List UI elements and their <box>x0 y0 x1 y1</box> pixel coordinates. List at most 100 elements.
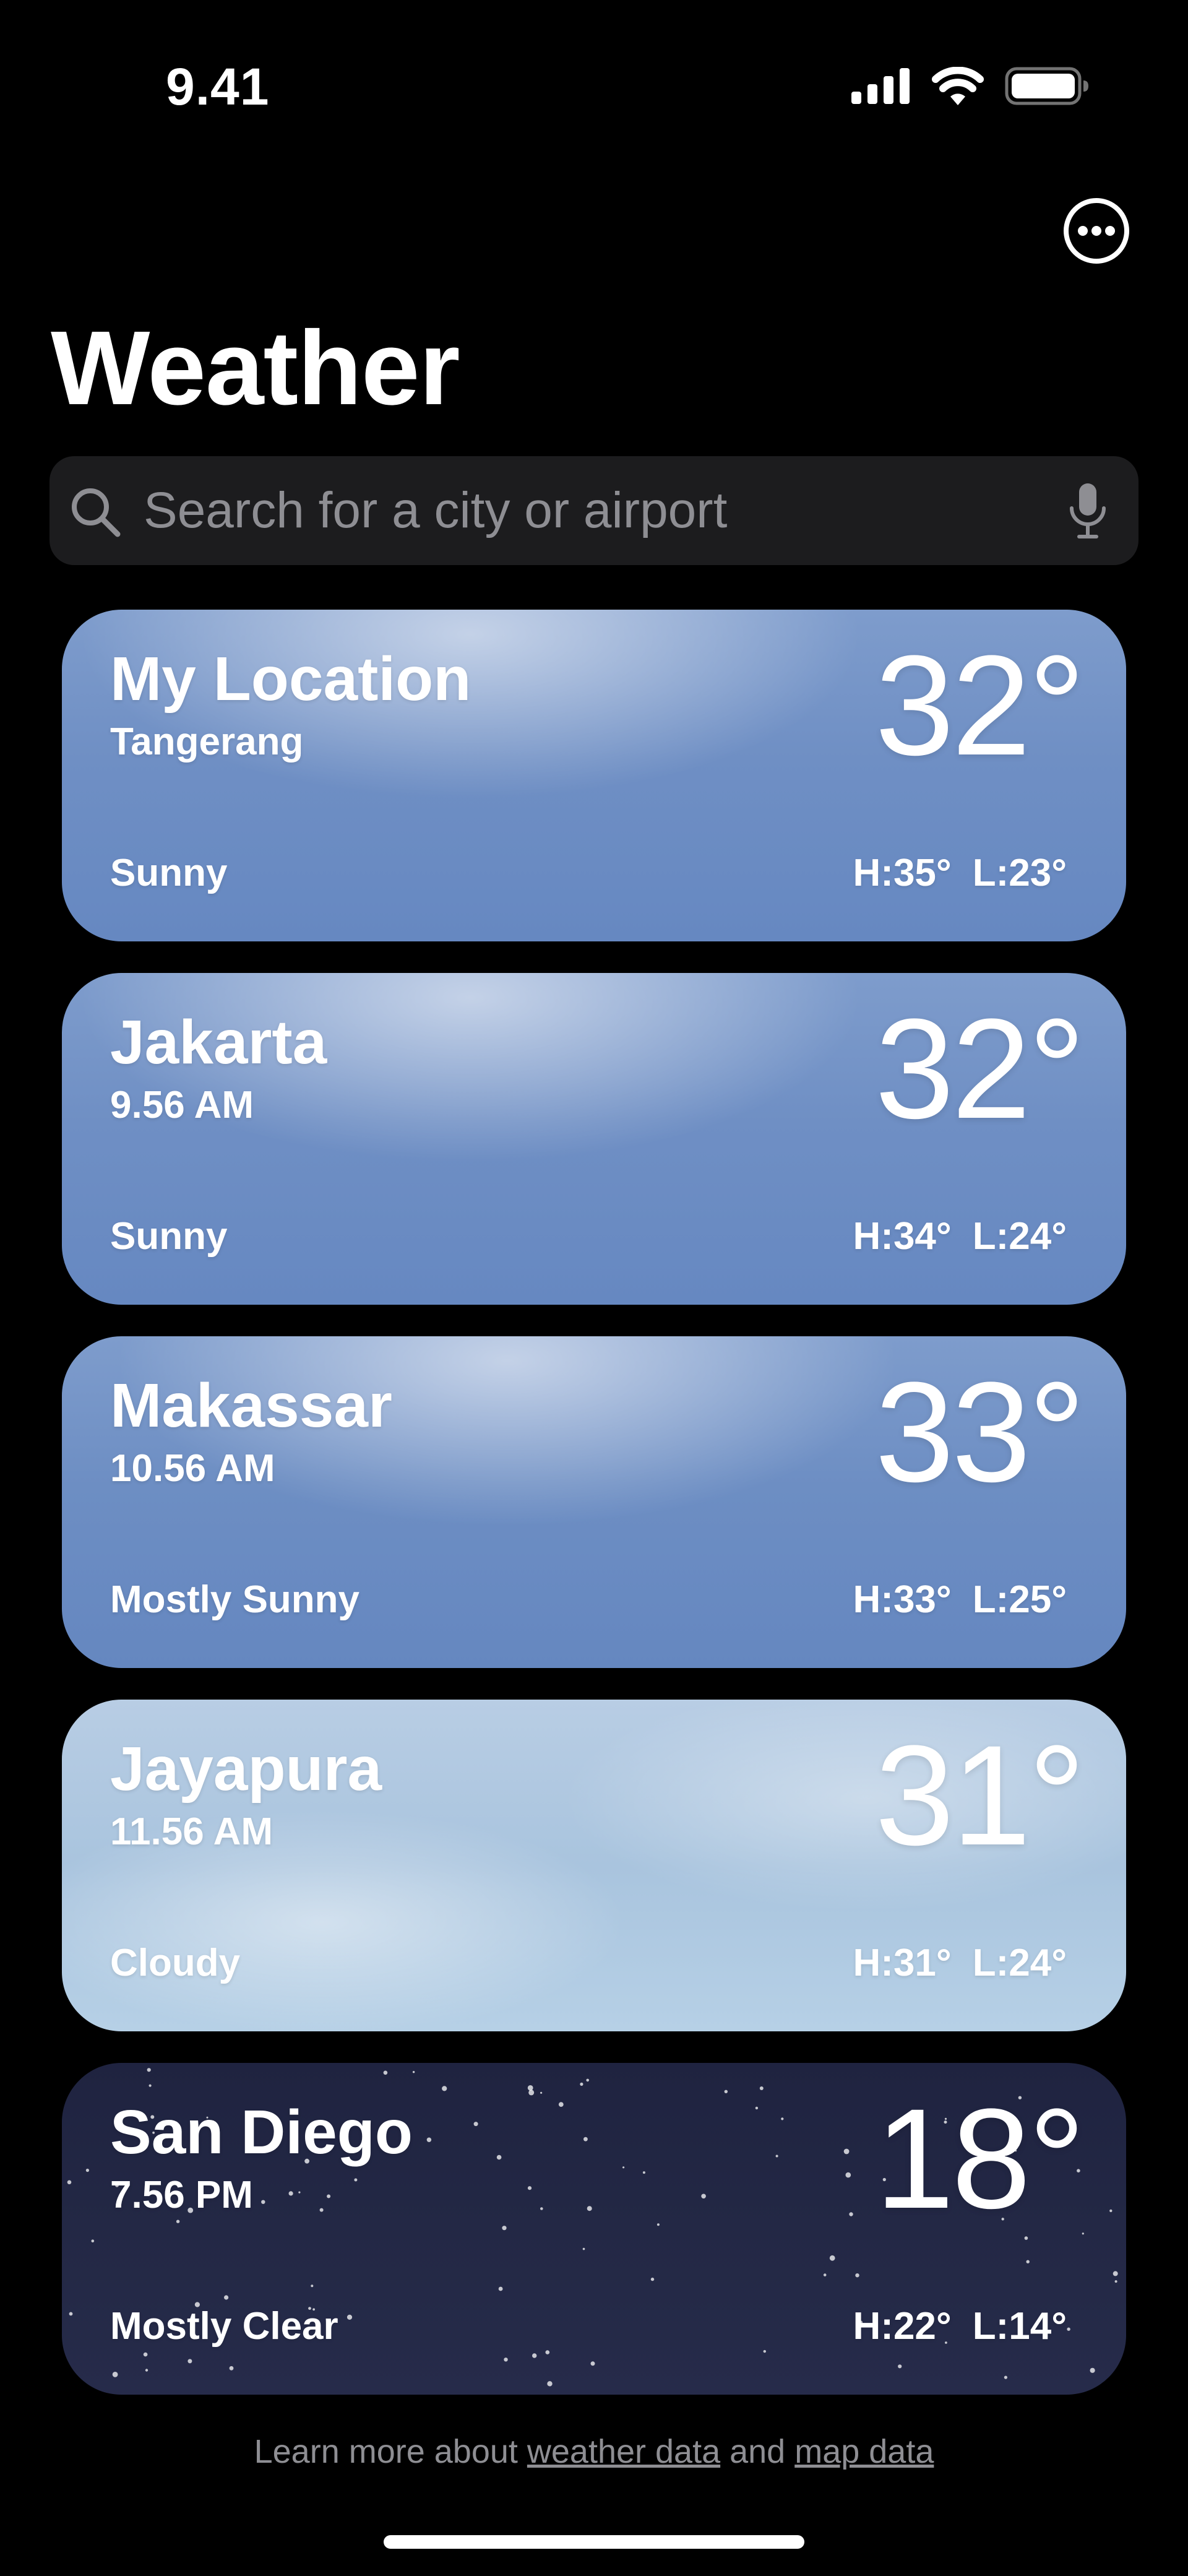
star <box>898 2364 902 2369</box>
ellipsis-circle-icon <box>1064 198 1129 264</box>
star <box>587 2206 592 2211</box>
battery-icon <box>1005 67 1089 105</box>
high-temperature: H:33° <box>853 1578 952 1621</box>
star <box>849 2212 853 2216</box>
footer-middle: and <box>720 2433 795 2470</box>
star <box>823 2273 827 2276</box>
star <box>1114 2280 1117 2283</box>
star <box>1026 2260 1030 2263</box>
star <box>586 2078 589 2082</box>
star <box>1113 2271 1118 2276</box>
star <box>583 2137 588 2142</box>
local-time: 9.56 AM <box>110 1084 254 1126</box>
star <box>288 2191 293 2196</box>
star <box>656 2223 660 2226</box>
footer-note: Learn more about weather data and map da… <box>0 2432 1188 2471</box>
star <box>845 2172 851 2178</box>
star <box>148 2084 152 2087</box>
star <box>1004 2375 1007 2379</box>
current-temperature: 32° <box>875 626 1085 785</box>
high-temperature: H:34° <box>853 1215 952 1258</box>
star <box>85 2168 89 2172</box>
more-options-button[interactable] <box>1062 197 1130 265</box>
star <box>582 2247 585 2250</box>
low-temperature: L:14° <box>972 2305 1067 2348</box>
city-name: My Location <box>110 644 471 714</box>
local-time: 11.56 AM <box>110 1810 273 1853</box>
location-card-my-location[interactable]: My Location Tangerang 32° Sunny H:35° L:… <box>62 610 1126 941</box>
star <box>580 2082 583 2086</box>
star <box>775 2155 778 2158</box>
star <box>622 2166 625 2169</box>
low-temperature: L:25° <box>972 1578 1067 1621</box>
star <box>545 2350 550 2354</box>
star <box>91 2239 95 2242</box>
low-temperature: L:23° <box>972 852 1067 894</box>
search-bar[interactable] <box>50 456 1138 565</box>
star <box>590 2361 595 2366</box>
local-time: 10.56 AM <box>110 1447 275 1490</box>
weather-condition: Sunny <box>110 1215 228 1258</box>
star <box>1090 2367 1095 2373</box>
wifi-icon <box>932 67 984 105</box>
star <box>473 2122 478 2127</box>
cellular-signal-icon <box>851 68 911 104</box>
microphone-icon[interactable] <box>1068 481 1108 543</box>
weather-condition: Sunny <box>110 852 228 894</box>
weather-data-link[interactable]: weather data <box>527 2433 720 2470</box>
location-card-jakarta[interactable]: Jakarta 9.56 AM 32° Sunny H:34° L:24° <box>62 973 1126 1305</box>
search-icon <box>68 485 124 543</box>
star <box>642 2171 645 2174</box>
star <box>724 2090 728 2093</box>
location-subtitle: Tangerang <box>110 720 304 763</box>
high-temperature: H:22° <box>853 2305 952 2348</box>
current-temperature: 18° <box>875 2079 1085 2238</box>
weather-condition: Mostly Sunny <box>110 1578 360 1621</box>
location-card-san-diego[interactable]: San Diego 7.56 PM 18° Mostly Clear H:22°… <box>62 2063 1126 2395</box>
high-temperature: H:35° <box>853 852 952 894</box>
star <box>147 2068 151 2072</box>
current-temperature: 32° <box>875 989 1085 1148</box>
high-low-temperature: H:34° L:24° <box>853 1214 1067 1258</box>
page-title: Weather <box>51 309 460 427</box>
star <box>311 2284 314 2288</box>
search-input[interactable] <box>144 480 1035 542</box>
star <box>383 2070 388 2075</box>
star <box>558 2102 564 2107</box>
star <box>855 2273 859 2278</box>
city-name: Jayapura <box>110 1734 382 1804</box>
city-name: Makassar <box>110 1371 392 1440</box>
location-card-makassar[interactable]: Makassar 10.56 AM 33° Mostly Sunny H:33°… <box>62 1336 1126 1668</box>
star <box>781 2117 784 2120</box>
star <box>650 2277 655 2281</box>
map-data-link[interactable]: map data <box>794 2433 934 2470</box>
high-low-temperature: H:35° L:23° <box>853 851 1067 895</box>
low-temperature: L:24° <box>972 1215 1067 1258</box>
star <box>327 2194 331 2198</box>
star <box>843 2148 850 2155</box>
star <box>176 2219 180 2223</box>
star <box>1067 2327 1070 2331</box>
footer-prefix: Learn more about <box>254 2433 527 2470</box>
star <box>143 2352 148 2357</box>
star <box>229 2366 234 2371</box>
star <box>527 2186 532 2190</box>
star <box>187 2359 192 2364</box>
star <box>547 2381 553 2387</box>
star <box>261 2200 265 2204</box>
star <box>426 2137 432 2142</box>
star <box>498 2286 503 2291</box>
star <box>763 2349 767 2353</box>
star <box>504 2358 508 2362</box>
status-icons <box>851 67 1089 105</box>
home-indicator[interactable] <box>384 2535 804 2549</box>
location-card-jayapura[interactable]: Jayapura 11.56 AM 31° Cloudy H:31° L:24° <box>62 1700 1126 2031</box>
star <box>112 2372 118 2377</box>
current-temperature: 31° <box>875 1716 1085 1875</box>
star <box>502 2226 507 2231</box>
star <box>540 2207 543 2210</box>
star <box>298 2191 301 2193</box>
star <box>527 2085 533 2091</box>
star <box>528 2090 535 2096</box>
star <box>829 2255 835 2261</box>
